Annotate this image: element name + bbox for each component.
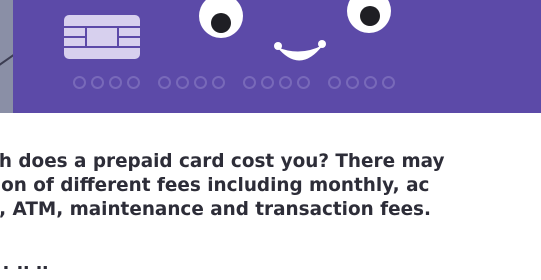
- left-eye-icon: [199, 0, 243, 38]
- prepaid-card-illustration: [0, 0, 541, 113]
- background-card-edge: [0, 0, 13, 113]
- paragraph-line-3: g, ATM, maintenance and transaction fees…: [0, 199, 431, 220]
- left-pupil: [211, 13, 231, 33]
- smile-icon: [274, 40, 326, 61]
- card-number-dots: [73, 76, 395, 89]
- paragraph-line-4-cut-off: f f ll ll: [0, 253, 49, 274]
- right-pupil: [360, 6, 380, 26]
- smiling-card: [13, 0, 541, 113]
- prepaid-fees-paragraph: ch does a prepaid card cost you? There m…: [0, 150, 541, 222]
- paragraph-line-2: tion of different fees including monthly…: [0, 175, 430, 196]
- right-eye-icon: [347, 0, 391, 33]
- card-chip-icon: [64, 15, 140, 59]
- article-page: ch does a prepaid card cost you? There m…: [0, 0, 541, 280]
- paragraph-line-1: ch does a prepaid card cost you? There m…: [0, 151, 445, 172]
